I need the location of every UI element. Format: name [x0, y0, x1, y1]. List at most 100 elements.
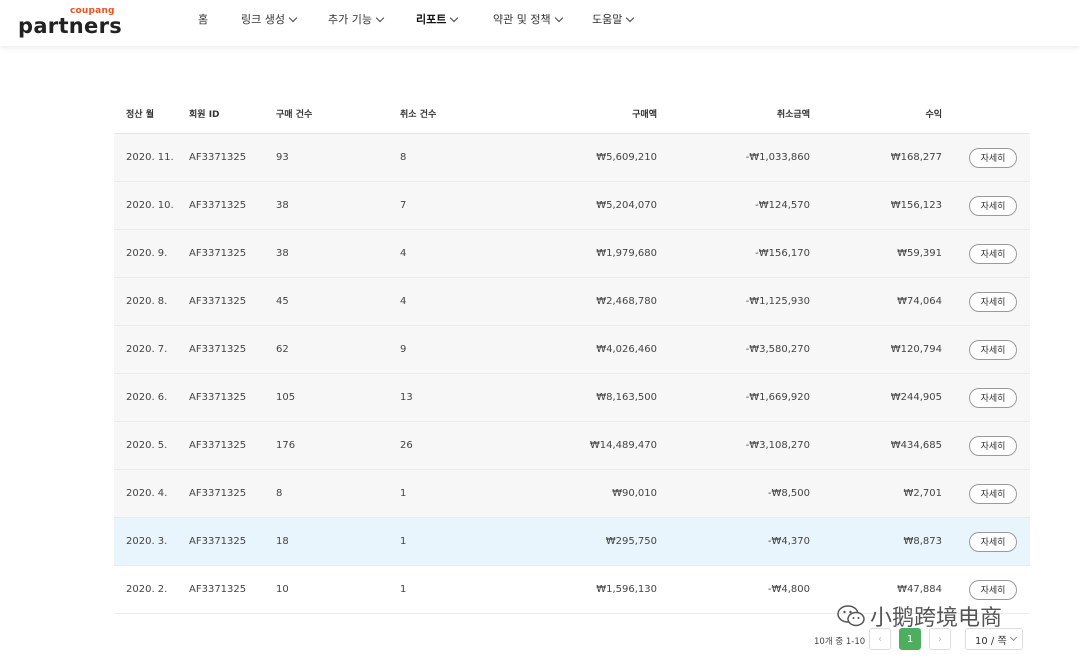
cell-revenue: ₩2,701 — [903, 488, 942, 499]
chevron-down-icon — [1009, 633, 1017, 641]
cell-revenue: ₩244,905 — [890, 392, 942, 403]
cell-purchase-amount: ₩5,204,070 — [596, 200, 657, 211]
header-revenue: 수익 — [925, 109, 942, 120]
cell-cancellations: 4 — [400, 296, 407, 307]
cell-cancel-amount: -₩3,108,270 — [745, 440, 810, 451]
header-month: 정산 월 — [126, 109, 154, 120]
cell-cancellations: 1 — [400, 536, 407, 547]
detail-button[interactable]: 자세히 — [969, 147, 1017, 168]
detail-button[interactable]: 자세히 — [969, 579, 1017, 600]
detail-button[interactable]: 자세히 — [969, 435, 1017, 456]
nav-item-label: 약관 및 정책 — [493, 13, 551, 26]
nav-item-label: 홈 — [198, 13, 209, 26]
header-cancel-amount: 취소금액 — [776, 109, 810, 120]
header-purchase-amount: 구매액 — [632, 109, 657, 120]
cell-cancel-amount: -₩1,033,860 — [745, 152, 810, 163]
cell-cancel-amount: -₩4,370 — [767, 536, 810, 547]
cell-member-id: AF3371325 — [189, 392, 247, 403]
header-member-id: 회원 ID — [189, 109, 220, 120]
cell-cancellations: 9 — [400, 344, 407, 355]
cell-member-id: AF3371325 — [189, 152, 247, 163]
cell-purchases: 18 — [276, 536, 289, 547]
nav-item-home[interactable]: 홈 — [198, 12, 208, 28]
cell-cancel-amount: -₩8,500 — [767, 488, 810, 499]
cell-purchase-amount: ₩2,468,780 — [596, 296, 657, 307]
cell-purchase-amount: ₩5,609,210 — [596, 152, 657, 163]
cell-cancel-amount: -₩3,580,270 — [745, 344, 810, 355]
cell-cancellations: 13 — [400, 392, 413, 403]
cell-revenue: ₩59,391 — [897, 248, 942, 259]
cell-purchases: 176 — [276, 440, 296, 451]
cell-cancellations: 1 — [400, 488, 407, 499]
cell-month: 2020. 9. — [126, 248, 168, 259]
cell-cancel-amount: -₩156,170 — [755, 248, 810, 259]
chevron-down-icon — [375, 13, 385, 23]
cell-month: 2020. 10. — [126, 200, 174, 211]
cell-purchase-amount: ₩14,489,470 — [589, 440, 657, 451]
nav-item-link-create[interactable]: 링크 생성 — [241, 12, 298, 28]
cell-revenue: ₩74,064 — [897, 296, 942, 307]
cell-cancellations: 8 — [400, 152, 407, 163]
detail-button[interactable]: 자세히 — [969, 387, 1017, 408]
detail-button[interactable]: 자세히 — [969, 339, 1017, 360]
pagination-info: 10개 중 1-10 — [814, 637, 866, 647]
cell-action: 자세히 — [969, 134, 1017, 181]
chevron-down-icon — [450, 13, 459, 23]
cell-cancellations: 1 — [400, 584, 407, 595]
cell-member-id: AF3371325 — [189, 200, 247, 211]
detail-button[interactable]: 자세히 — [969, 483, 1017, 504]
cell-month: 2020. 8. — [126, 296, 168, 307]
cell-cancellations: 4 — [400, 248, 407, 259]
nav-item-report[interactable]: 리포트 — [416, 12, 459, 28]
table-row: 2020. 11. AF3371325 93 8 ₩5,609,210 -₩1,… — [114, 134, 1030, 182]
cell-month: 2020. 4. — [126, 488, 168, 499]
nav-item-extra-features[interactable]: 추가 기능 — [328, 12, 385, 28]
cell-action: 자세히 — [969, 326, 1017, 373]
cell-member-id: AF3371325 — [189, 344, 247, 355]
cell-month: 2020. 6. — [126, 392, 168, 403]
cell-purchases: 38 — [276, 200, 289, 211]
cell-purchase-amount: ₩4,026,460 — [596, 344, 657, 355]
detail-button[interactable]: 자세히 — [969, 195, 1017, 216]
cell-cancellations: 7 — [400, 200, 407, 211]
cell-month: 2020. 7. — [126, 344, 168, 355]
nav-item-terms-policy[interactable]: 약관 및 정책 — [493, 12, 563, 28]
coupang-partners-logo[interactable]: coupang partners — [18, 6, 122, 38]
cell-action: 자세히 — [969, 230, 1017, 277]
chevron-down-icon — [288, 13, 298, 23]
cell-purchases: 62 — [276, 344, 289, 355]
chevron-right-icon: › — [938, 633, 942, 645]
header-purchases: 구매 건수 — [276, 109, 313, 120]
cell-purchase-amount: ₩90,010 — [612, 488, 657, 499]
cell-purchases: 93 — [276, 152, 289, 163]
cell-member-id: AF3371325 — [189, 536, 247, 547]
cell-revenue: ₩156,123 — [890, 200, 942, 211]
chevron-down-icon — [626, 13, 635, 23]
detail-button[interactable]: 자세히 — [969, 243, 1017, 264]
detail-button[interactable]: 자세히 — [969, 291, 1017, 312]
cell-month: 2020. 11. — [126, 152, 174, 163]
chevron-left-icon: ‹ — [878, 633, 882, 645]
logo-partners-text: partners — [18, 14, 123, 38]
cell-revenue: ₩434,685 — [890, 440, 942, 451]
watermark-text: 小鹅跨境电商 — [870, 606, 1003, 631]
cell-purchases: 8 — [276, 488, 283, 499]
wechat-watermark: 小鹅跨境电商 — [836, 600, 1002, 632]
detail-button[interactable]: 자세히 — [969, 531, 1017, 552]
cell-purchase-amount: ₩295,750 — [605, 536, 657, 547]
cell-cancellations: 26 — [400, 440, 413, 451]
nav-item-help[interactable]: 도움말 — [592, 12, 635, 28]
wechat-logo-icon — [837, 605, 865, 627]
cell-action: 자세히 — [969, 422, 1017, 469]
cell-member-id: AF3371325 — [189, 440, 247, 451]
cell-action: 자세히 — [969, 278, 1017, 325]
nav-item-label: 도움말 — [592, 13, 623, 26]
cell-cancel-amount: -₩1,669,920 — [745, 392, 810, 403]
cell-purchases: 45 — [276, 296, 289, 307]
cell-action: 자세히 — [969, 518, 1017, 565]
cell-month: 2020. 5. — [126, 440, 168, 451]
table-row: 2020. 10. AF3371325 38 7 ₩5,204,070 -₩12… — [114, 182, 1030, 230]
table-row: 2020. 5. AF3371325 176 26 ₩14,489,470 -₩… — [114, 422, 1030, 470]
header-cancellations: 취소 건수 — [400, 109, 437, 120]
cell-cancel-amount: -₩4,800 — [767, 584, 810, 595]
